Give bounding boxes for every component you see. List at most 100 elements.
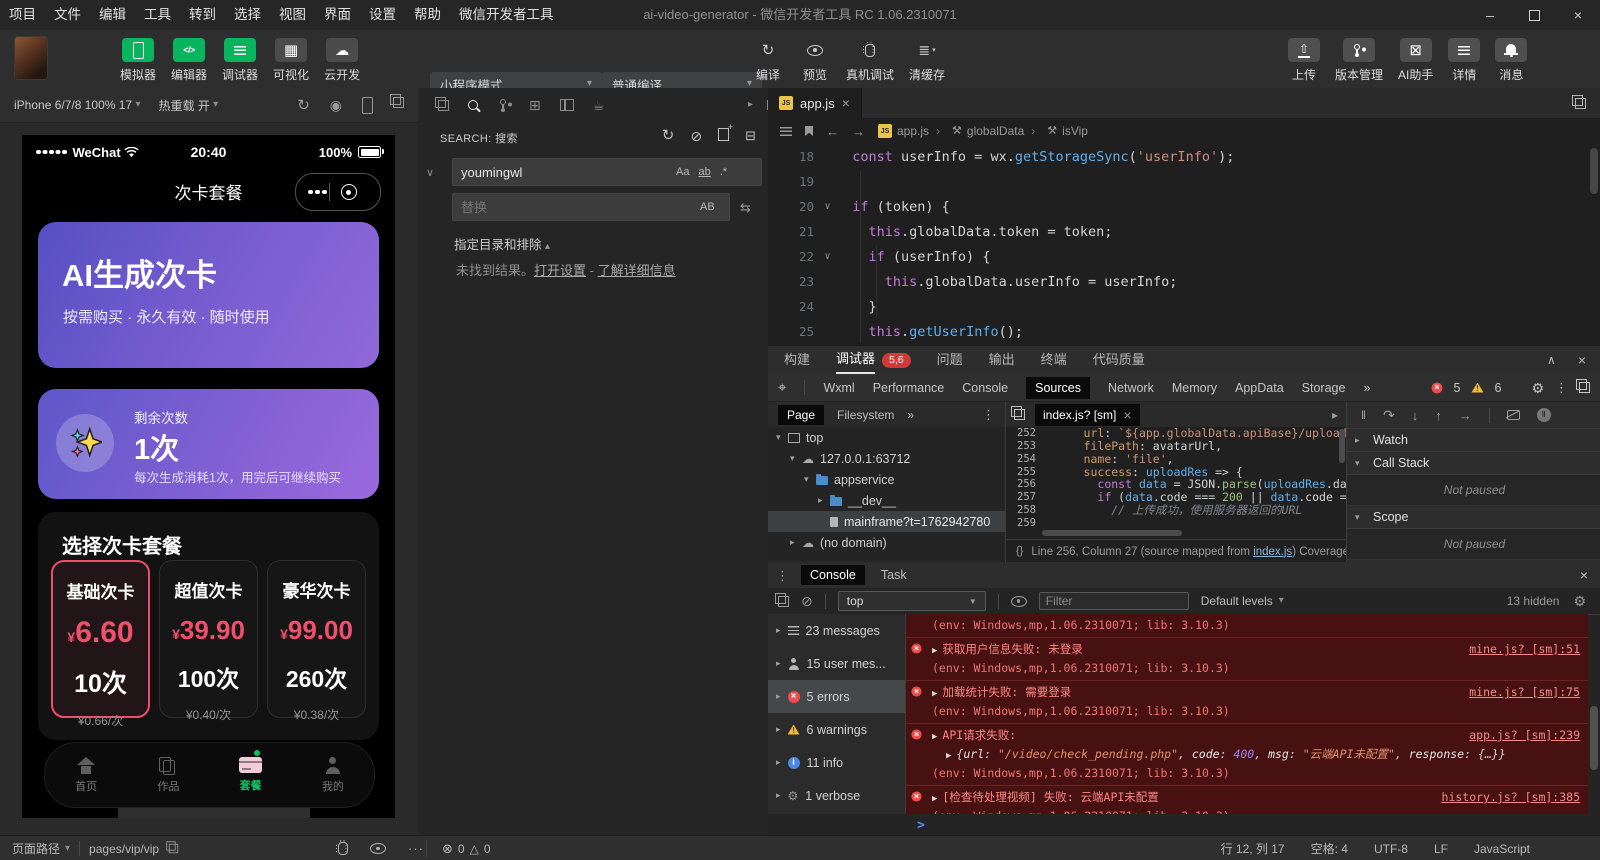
copy-path-icon[interactable] — [169, 844, 178, 853]
editor-tab[interactable]: app.js — [768, 88, 862, 118]
vertical-scrollbar[interactable] — [1339, 429, 1345, 463]
pause-on-exceptions-icon[interactable] — [1537, 408, 1551, 422]
tabbar-item[interactable]: 套餐 — [210, 743, 292, 807]
devtools-tab[interactable]: Network — [1108, 381, 1154, 395]
tree-expander-icon[interactable]: ▾ — [790, 453, 802, 464]
toolbar-button[interactable]: 可视化 — [273, 38, 309, 83]
close-button[interactable] — [1556, 0, 1600, 30]
dock-side-icon[interactable] — [1579, 382, 1590, 393]
toolbar-button[interactable]: 预览 — [799, 38, 831, 83]
menu-item[interactable]: 选择 — [225, 0, 270, 30]
toolbar-button[interactable]: 清缓存 — [909, 38, 945, 83]
more-tabs-icon[interactable]: » — [907, 408, 914, 422]
maximize-button[interactable] — [1512, 0, 1556, 30]
page-tab[interactable]: Page — [778, 405, 824, 425]
detach-window-icon[interactable] — [393, 97, 404, 108]
deactivate-breakpoints-icon[interactable] — [1507, 410, 1520, 420]
clear-console-icon[interactable] — [801, 594, 813, 608]
console-filter-item[interactable]: ▸ 1 verbose — [768, 779, 905, 812]
pane-menu-icon[interactable] — [982, 408, 1005, 421]
devtools-tab[interactable]: Sources — [1026, 377, 1090, 399]
menu-item[interactable]: 编辑 — [90, 0, 135, 30]
toolbar-button[interactable]: 版本管理 — [1335, 38, 1383, 83]
context-select[interactable]: top▼ — [838, 591, 986, 611]
inspect-icon[interactable] — [778, 380, 786, 395]
indentation[interactable]: 空格: 4 — [1311, 840, 1348, 857]
problem-counts[interactable]: 0 0 — [442, 836, 491, 860]
device-select[interactable]: iPhone 6/7/8 100% 17 — [0, 98, 140, 112]
rotate-device-icon[interactable] — [362, 97, 373, 114]
regex-icon[interactable]: .* — [720, 166, 727, 178]
source-code-view[interactable]: 252 url: `${app.globalData.apiBase}/uplo… — [1006, 427, 1346, 529]
toolbar-button[interactable]: 云开发 — [324, 38, 360, 83]
console-tab[interactable]: Console — [801, 565, 865, 585]
callstack-section-header[interactable]: ▾Call Stack — [1347, 452, 1600, 475]
preserve-case-icon[interactable]: AB — [700, 201, 715, 213]
whole-word-icon[interactable]: ab — [698, 166, 710, 178]
extensions-icon[interactable] — [529, 98, 541, 112]
console-settings-icon[interactable] — [1573, 594, 1586, 608]
tree-row[interactable]: ▾ top — [768, 427, 1005, 448]
cursor-position[interactable]: 行 12, 列 17 — [1221, 840, 1285, 857]
back-icon[interactable] — [826, 125, 839, 138]
expander-icon[interactable]: ▸ — [776, 790, 781, 801]
live-expression-icon[interactable] — [1011, 596, 1027, 607]
step-into-icon[interactable] — [1412, 409, 1419, 422]
language-mode[interactable]: JavaScript — [1474, 842, 1530, 856]
console-sidebar-icon[interactable] — [778, 596, 789, 607]
code-editor[interactable]: 18 const userInfo = wx.getStorageSync('u… — [768, 144, 1600, 345]
bookmark-icon[interactable] — [805, 126, 813, 136]
toolbar-button[interactable]: 消息 — [1495, 38, 1527, 83]
files-icon[interactable] — [438, 100, 449, 111]
encoding[interactable]: UTF-8 — [1374, 842, 1408, 856]
source-file-tab[interactable]: index.js? [sm] — [1035, 404, 1140, 426]
page-path[interactable]: pages/vip/vip — [89, 842, 159, 856]
console-filter-item[interactable]: ▸ 23 messages — [768, 614, 905, 647]
outline-icon[interactable] — [780, 127, 792, 136]
console-filter-item[interactable]: ▸ 15 user mes... — [768, 647, 905, 680]
tree-row[interactable]: ▾ 127.0.0.1:63712 — [768, 448, 1005, 469]
pretty-print-icon[interactable] — [1016, 546, 1023, 557]
horizontal-scrollbar[interactable] — [1042, 530, 1182, 536]
expand-icon[interactable]: ▶ — [932, 646, 937, 656]
tree-expander-icon[interactable]: ▾ — [776, 432, 788, 443]
search-icon[interactable] — [468, 100, 478, 110]
package-card[interactable]: 基础次卡 ¥6.60 10次 ¥0.66/次 — [51, 560, 150, 718]
expand-icon[interactable]: ▶ — [932, 794, 937, 804]
toolbar-button[interactable]: AI助手 — [1398, 38, 1433, 83]
expander-icon[interactable]: ▸ — [776, 691, 781, 702]
filesystem-tab[interactable]: Filesystem — [837, 408, 894, 422]
devtools-tab[interactable]: Storage — [1302, 381, 1346, 395]
user-avatar[interactable] — [14, 36, 48, 80]
tabbar-item[interactable]: 首页 — [45, 743, 127, 807]
more-icon[interactable] — [408, 842, 424, 855]
expand-icon[interactable]: ▶ — [946, 751, 951, 761]
toolbar-button[interactable]: 调试器 — [222, 38, 258, 83]
console-prompt[interactable]: > — [905, 814, 925, 836]
breadcrumb-item[interactable]: app.js — [878, 124, 929, 138]
tree-row[interactable]: ▸ (no domain) — [768, 532, 1005, 553]
toolbar-button[interactable]: 模拟器 — [120, 38, 156, 83]
step-icon[interactable] — [1459, 409, 1472, 422]
breadcrumb-item[interactable]: isVip — [1024, 124, 1088, 138]
task-tab[interactable]: Task — [881, 568, 907, 582]
hot-reload-toggle[interactable]: 热重载 开 — [158, 97, 218, 114]
preview-icon[interactable] — [370, 843, 386, 854]
search-details-toggle[interactable]: 指定目录和排除 — [454, 234, 550, 253]
source-control-icon[interactable] — [500, 99, 510, 112]
page-path-select[interactable]: 页面路径 — [12, 840, 70, 857]
console-scrollbar[interactable] — [1590, 706, 1598, 770]
tree-expander-icon[interactable]: ▸ — [818, 495, 830, 506]
toolbar-button[interactable]: 真机调试 — [846, 38, 894, 83]
debug-tab[interactable]: 构建 — [784, 346, 810, 374]
toolbar-button[interactable]: 编译 — [752, 38, 784, 83]
step-over-icon[interactable] — [1383, 408, 1395, 422]
home-capsule-icon[interactable] — [341, 184, 357, 200]
warning-count-icon[interactable] — [1471, 383, 1483, 393]
expander-icon[interactable]: ▸ — [776, 724, 781, 735]
toggle-replace-icon[interactable] — [426, 168, 434, 179]
console-filter-item[interactable]: ▸ 5 errors — [768, 680, 905, 713]
close-tab-icon[interactable] — [842, 96, 850, 110]
debug-tab[interactable]: 代码质量 — [1093, 346, 1145, 374]
more-tabs-icon[interactable]: » — [1363, 381, 1370, 395]
